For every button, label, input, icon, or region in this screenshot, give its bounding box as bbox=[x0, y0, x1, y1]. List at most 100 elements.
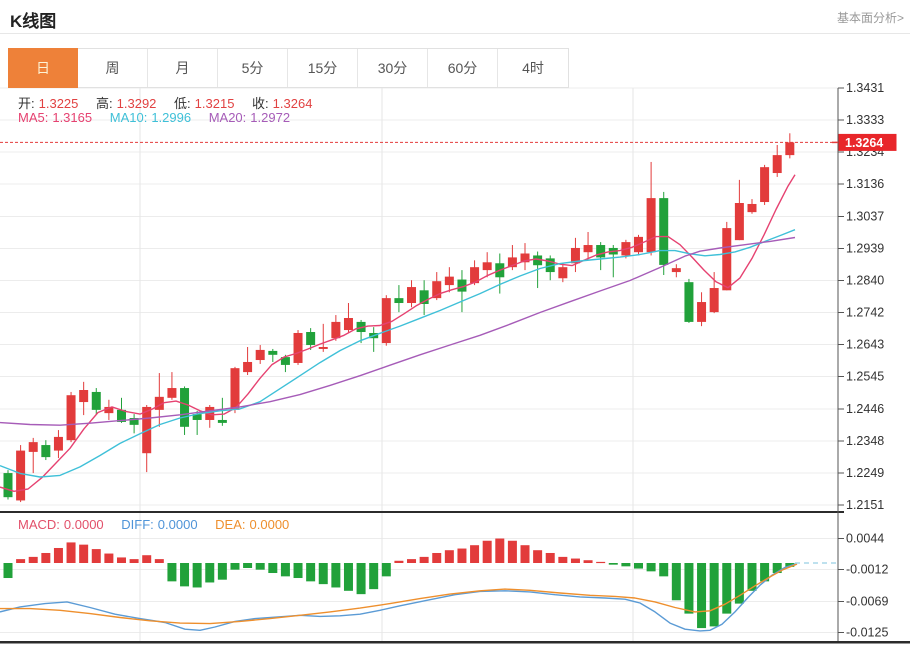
candle-body bbox=[407, 287, 416, 303]
page-title: K线图 bbox=[10, 7, 56, 32]
tab-4时[interactable]: 4时 bbox=[498, 49, 568, 87]
macd-bar bbox=[722, 563, 731, 614]
macd-bar bbox=[445, 550, 454, 563]
close-label: 收: bbox=[252, 96, 269, 111]
macd-bar bbox=[130, 559, 139, 563]
macd-bar bbox=[457, 549, 466, 563]
candle-body bbox=[16, 451, 25, 501]
candle-body bbox=[306, 332, 315, 345]
macd-bar bbox=[407, 559, 416, 563]
candle-body bbox=[584, 245, 593, 252]
macd-bar bbox=[571, 559, 580, 563]
macd-bar bbox=[521, 545, 530, 563]
low-value: 1.3215 bbox=[195, 96, 235, 111]
tab-日[interactable]: 日 bbox=[8, 48, 78, 88]
macd-bar bbox=[268, 563, 277, 573]
macd-bar bbox=[546, 553, 555, 563]
y-axis-label: 1.3431 bbox=[846, 81, 884, 95]
diff-label: DIFF: bbox=[121, 517, 154, 532]
candle-body bbox=[294, 333, 303, 363]
candle-body bbox=[710, 288, 719, 312]
y-axis-label: 1.3037 bbox=[846, 209, 884, 223]
macd-bar bbox=[672, 563, 681, 600]
macd-bar bbox=[508, 541, 517, 563]
macd-bar bbox=[218, 563, 227, 580]
macd-bar bbox=[243, 563, 252, 568]
candle-body bbox=[180, 388, 189, 427]
macd-bar bbox=[659, 563, 668, 576]
macd-bar bbox=[193, 563, 202, 587]
macd-bar bbox=[79, 545, 88, 563]
candle-body bbox=[230, 368, 239, 410]
macd-bar bbox=[533, 550, 542, 563]
candle-body bbox=[672, 268, 681, 272]
candle-body bbox=[344, 318, 353, 330]
candle-body bbox=[735, 203, 744, 240]
macd-bar bbox=[394, 561, 403, 563]
tab-60分[interactable]: 60分 bbox=[428, 49, 498, 87]
y-axis-label: 1.2545 bbox=[846, 370, 884, 384]
tab-月[interactable]: 月 bbox=[148, 49, 218, 87]
fundamental-analysis-link[interactable]: 基本面分析> bbox=[837, 9, 904, 26]
candle-body bbox=[167, 388, 176, 398]
macd-bar bbox=[155, 559, 164, 563]
candle-body bbox=[647, 198, 656, 252]
macd-bar bbox=[230, 563, 239, 570]
dea-label: DEA: bbox=[215, 517, 245, 532]
open-value: 1.3225 bbox=[39, 96, 79, 111]
macd-bar bbox=[634, 563, 643, 569]
candle-body bbox=[684, 282, 693, 322]
macd-bar bbox=[16, 559, 25, 563]
macd-bar bbox=[205, 563, 214, 582]
macd-axis-label: -0.0069 bbox=[846, 594, 888, 608]
macd-bar bbox=[41, 553, 50, 563]
y-axis-label: 1.2643 bbox=[846, 338, 884, 352]
macd-readout: MACD:0.0000 DIFF:0.0000 DEA:0.0000 bbox=[18, 517, 293, 532]
macd-axis-label: -0.0012 bbox=[846, 563, 888, 577]
kline-app: K线图 基本面分析> 日周月5分15分30分60分4时 开:1.3225 高:1… bbox=[0, 0, 910, 645]
macd-bar bbox=[142, 555, 151, 563]
candle-body bbox=[54, 437, 63, 451]
macd-bar bbox=[92, 549, 101, 563]
candle-body bbox=[79, 390, 88, 402]
macd-bar bbox=[306, 563, 315, 581]
ma10-value: 1.2996 bbox=[151, 110, 191, 125]
candle-body bbox=[92, 392, 101, 410]
macd-bar bbox=[495, 539, 504, 563]
y-axis-label: 1.2742 bbox=[846, 305, 884, 319]
candle-body bbox=[29, 442, 38, 452]
candle-body bbox=[659, 198, 668, 265]
candle-body bbox=[760, 167, 769, 202]
macd-value: 0.0000 bbox=[64, 517, 104, 532]
macd-bar bbox=[432, 553, 441, 563]
macd-bar bbox=[167, 563, 176, 581]
tab-周[interactable]: 周 bbox=[78, 49, 148, 87]
candle-body bbox=[319, 347, 328, 349]
macd-bar bbox=[54, 548, 63, 563]
ma20-value: 1.2972 bbox=[250, 110, 290, 125]
high-label: 高: bbox=[96, 96, 113, 111]
candle-body bbox=[67, 395, 76, 440]
macd-bar bbox=[117, 557, 126, 563]
tab-30分[interactable]: 30分 bbox=[358, 49, 428, 87]
tab-15分[interactable]: 15分 bbox=[288, 49, 358, 87]
ma-readout: MA5:1.3165 MA10:1.2996 MA20:1.2972 bbox=[18, 110, 294, 125]
close-value: 1.3264 bbox=[273, 96, 313, 111]
diff-value: 0.0000 bbox=[158, 517, 198, 532]
macd-bar bbox=[647, 563, 656, 571]
macd-bar bbox=[180, 563, 189, 586]
tab-5分[interactable]: 5分 bbox=[218, 49, 288, 87]
macd-bar bbox=[747, 563, 756, 591]
candle-body bbox=[243, 362, 252, 372]
low-label: 低: bbox=[174, 96, 191, 111]
candle-body bbox=[331, 322, 340, 338]
macd-bar bbox=[621, 563, 630, 566]
ma20-label: MA20: bbox=[209, 110, 247, 125]
y-axis-label: 1.2151 bbox=[846, 498, 884, 512]
y-axis-label: 1.2348 bbox=[846, 434, 884, 448]
macd-bar bbox=[558, 557, 567, 563]
macd-bar bbox=[29, 557, 38, 563]
high-value: 1.3292 bbox=[117, 96, 157, 111]
macd-bar bbox=[344, 563, 353, 591]
y-axis-label: 1.2446 bbox=[846, 402, 884, 416]
